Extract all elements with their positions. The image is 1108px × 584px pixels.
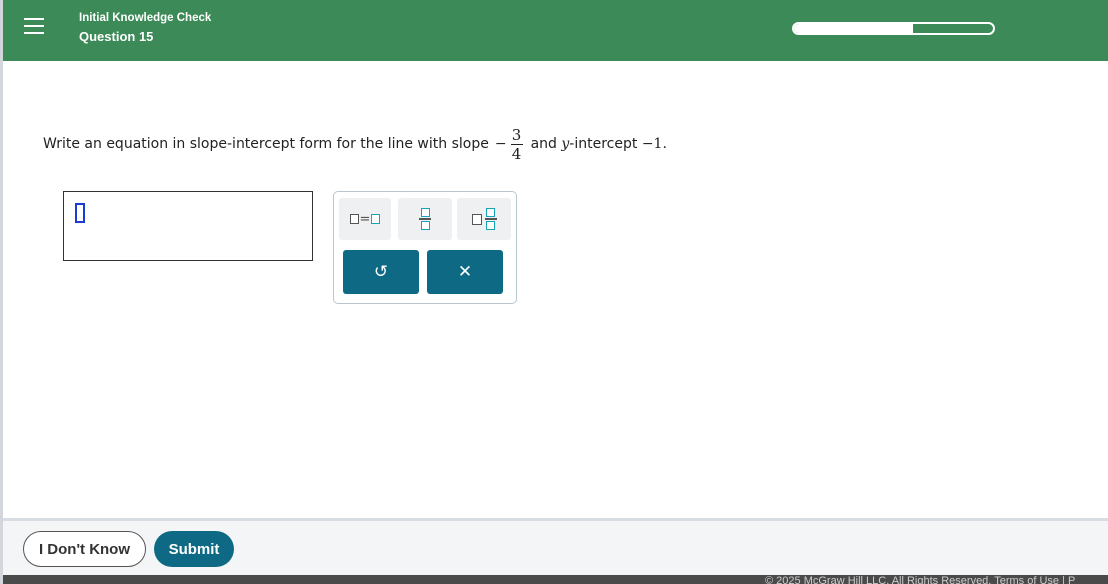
slope-fraction: 3 4 <box>510 125 523 163</box>
math-palette: = ↺ ✕ <box>333 191 517 304</box>
top-header: Initial Knowledge Check Question 15 <box>3 0 1108 61</box>
clear-button[interactable]: ✕ <box>427 250 503 294</box>
left-edge <box>0 0 3 584</box>
question-prefix: Write an equation in slope-intercept for… <box>43 136 489 152</box>
equals-template-button[interactable]: = <box>339 198 391 240</box>
question-middle: and <box>530 136 557 152</box>
copyright-text: © 2025 McGraw Hill LLC. All Rights Reser… <box>765 575 1076 584</box>
assessment-title: Initial Knowledge Check <box>79 12 212 24</box>
bottom-bar: © 2025 McGraw Hill LLC. All Rights Reser… <box>3 575 1108 584</box>
progress-bar-fill <box>794 24 914 33</box>
box-equals-box-icon: = <box>349 212 381 227</box>
mixed-number-template-button[interactable] <box>457 198 511 240</box>
undo-icon: ↺ <box>373 262 389 282</box>
footer: I Don't Know Submit <box>3 521 1108 575</box>
submit-button[interactable]: Submit <box>154 531 234 567</box>
answer-input[interactable] <box>63 191 313 261</box>
progress-bar <box>792 22 995 35</box>
fraction-template-button[interactable] <box>398 198 452 240</box>
undo-button[interactable]: ↺ <box>343 250 419 294</box>
slope-numerator: 3 <box>511 125 522 144</box>
slope-sign: − <box>494 136 507 152</box>
menu-button[interactable] <box>3 5 65 47</box>
close-icon: ✕ <box>457 262 473 282</box>
intercept-value: −1. <box>641 136 667 152</box>
y-variable: y <box>561 136 570 152</box>
intercept-label: -intercept <box>569 136 638 152</box>
slope-denominator: 4 <box>511 144 522 163</box>
fraction-icon <box>419 208 431 230</box>
question-text: Write an equation in slope-intercept for… <box>43 124 667 164</box>
mixed-number-icon <box>471 208 497 230</box>
dont-know-button[interactable]: I Don't Know <box>23 531 146 567</box>
question-number: Question 15 <box>79 29 154 44</box>
hamburger-menu-icon <box>24 18 44 34</box>
input-cursor-box <box>75 203 85 223</box>
